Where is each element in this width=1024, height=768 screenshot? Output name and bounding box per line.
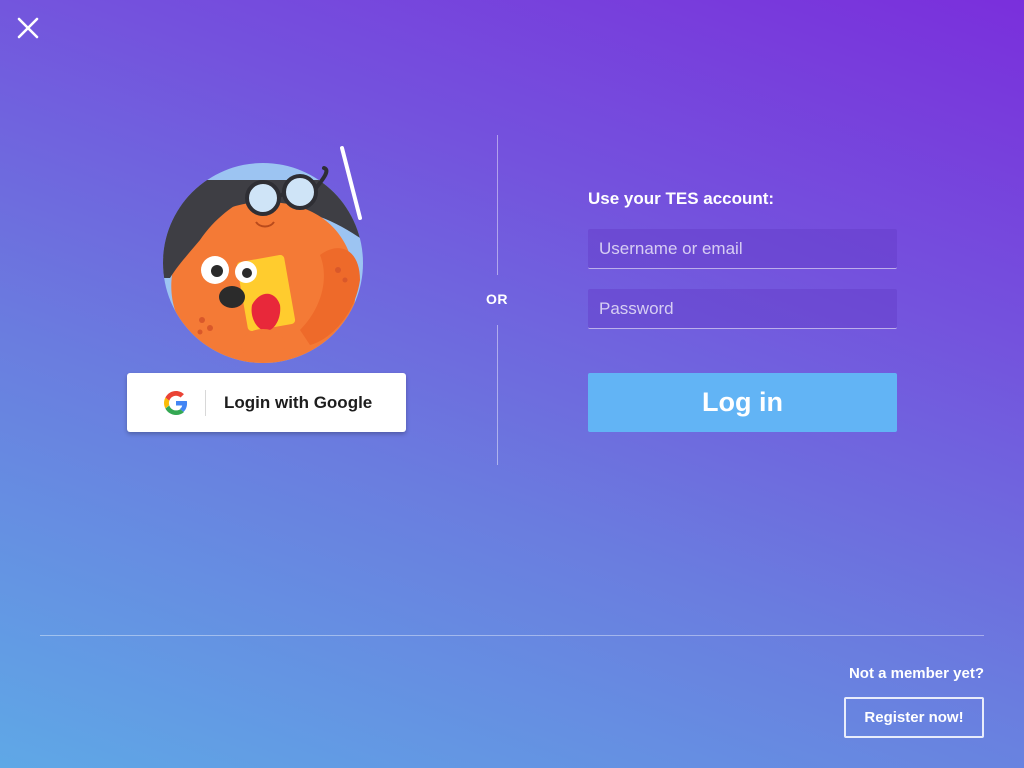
not-member-prompt: Not a member yet? bbox=[848, 665, 984, 682]
google-button-separator bbox=[205, 389, 206, 416]
register-now-button[interactable]: Register now! bbox=[844, 697, 984, 738]
teacher-mascot-illustration bbox=[160, 140, 372, 368]
tes-account-heading: Use your TES account: bbox=[588, 189, 775, 208]
divider-line-top bbox=[497, 135, 498, 275]
close-button[interactable] bbox=[14, 14, 42, 42]
close-icon bbox=[17, 17, 39, 39]
username-email-input[interactable] bbox=[588, 229, 897, 269]
google-g-icon bbox=[164, 390, 188, 415]
password-input[interactable] bbox=[588, 289, 897, 329]
footer-divider bbox=[40, 635, 984, 636]
divider-line-bottom bbox=[497, 325, 498, 465]
login-with-google-button[interactable]: Login with Google bbox=[127, 373, 406, 432]
log-in-button[interactable]: Log in bbox=[588, 373, 897, 432]
or-separator-label: OR bbox=[486, 291, 508, 307]
google-button-label: Login with Google bbox=[224, 392, 373, 412]
